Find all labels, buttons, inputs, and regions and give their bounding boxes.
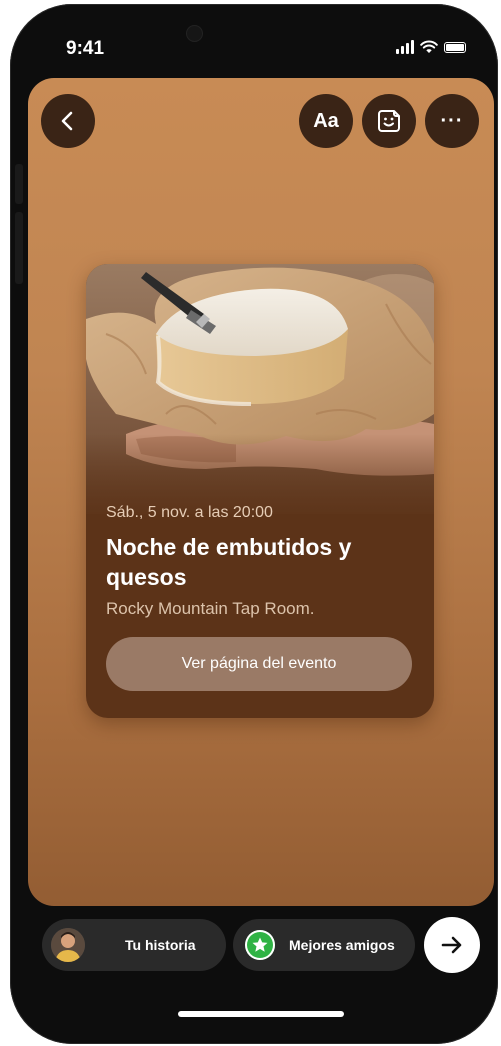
event-date: Sáb., 5 nov. a las 20:00 bbox=[106, 504, 273, 521]
chevron-left-icon bbox=[61, 111, 73, 131]
arrow-right-icon bbox=[441, 936, 462, 954]
star-icon bbox=[245, 930, 275, 960]
text-tool-button[interactable]: Aa bbox=[299, 94, 353, 148]
more-options-button[interactable]: ··· bbox=[425, 94, 479, 148]
back-button[interactable] bbox=[41, 94, 95, 148]
front-camera bbox=[186, 25, 203, 42]
sticker-icon bbox=[378, 110, 400, 132]
home-indicator[interactable] bbox=[178, 1011, 344, 1017]
your-story-label: Tu historia bbox=[125, 937, 196, 953]
event-card[interactable]: Sáb., 5 nov. a las 20:00 Noche de embuti… bbox=[86, 264, 434, 718]
close-friends-button[interactable]: Mejores amigos bbox=[233, 919, 415, 971]
close-friends-label: Mejores amigos bbox=[289, 937, 395, 953]
share-next-button[interactable] bbox=[424, 917, 480, 973]
battery-icon bbox=[444, 41, 466, 53]
view-event-page-button[interactable]: Ver página del evento bbox=[106, 637, 412, 691]
story-editor-canvas: Aa ··· Sáb., 5 nov. a las 20:00 Noche de… bbox=[28, 78, 494, 906]
volume-down-button bbox=[15, 212, 23, 284]
sticker-button[interactable] bbox=[362, 94, 416, 148]
status-time: 9:41 bbox=[66, 38, 105, 59]
event-location: Rocky Mountain Tap Room. bbox=[106, 599, 315, 618]
your-story-button[interactable]: Tu historia bbox=[42, 919, 226, 971]
volume-up-button bbox=[15, 164, 23, 204]
star-glyph bbox=[252, 937, 268, 952]
status-icons bbox=[396, 40, 466, 54]
event-title: Noche de embutidos y quesos bbox=[106, 534, 352, 590]
wifi-icon bbox=[420, 40, 438, 53]
avatar bbox=[51, 928, 85, 962]
signal-icon bbox=[396, 40, 414, 54]
avatar-image bbox=[51, 928, 85, 962]
